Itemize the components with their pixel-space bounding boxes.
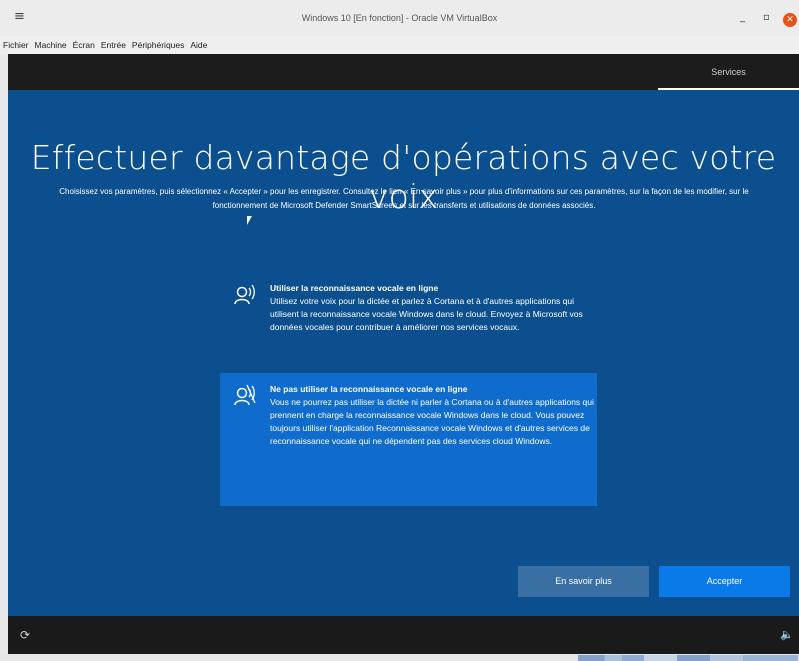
menu-peripheriques[interactable]: Périphériques	[132, 40, 184, 50]
speech-recognition-icon	[234, 284, 255, 305]
maximize-button[interactable]: ▫	[763, 12, 770, 23]
mouse-cursor-icon	[247, 216, 252, 225]
option-title: Ne pas utiliser la reconnaissance vocale…	[270, 384, 468, 394]
menubar: Fichier Machine Écran Entrée Périphériqu…	[0, 36, 799, 54]
speech-recognition-off-icon	[234, 384, 256, 406]
minimize-button[interactable]: _	[740, 12, 745, 23]
learn-more-button[interactable]: En savoir plus	[518, 566, 649, 597]
menu-entree[interactable]: Entrée	[101, 40, 126, 50]
accept-button[interactable]: Accepter	[659, 566, 790, 597]
menu-machine[interactable]: Machine	[35, 40, 67, 50]
status-tray-icons	[578, 655, 798, 661]
volume-icon[interactable]: 🔈	[780, 628, 794, 641]
window-title: Windows 10 [En fonction] - Oracle VM Vir…	[301, 13, 498, 23]
option-description: Utilisez votre voix pour la dictée et pa…	[270, 296, 583, 332]
option-use-online-speech[interactable]: Utiliser la reconnaissance vocale en lig…	[220, 282, 597, 362]
menu-aide[interactable]: Aide	[190, 40, 207, 50]
host-status-bar	[0, 654, 799, 661]
window-titlebar: ≡ Windows 10 [En fonction] - Oracle VM V…	[0, 0, 799, 37]
oobe-top-bar: Services	[8, 54, 799, 90]
option-dont-use-online-speech[interactable]: Ne pas utiliser la reconnaissance vocale…	[220, 373, 597, 506]
page-description: Choisissez vos paramètres, puis sélectio…	[59, 187, 749, 210]
vm-display[interactable]: Services Effectuer davantage d'opération…	[8, 54, 799, 654]
oobe-bottom-bar: ⟳ 🔈	[8, 616, 799, 654]
ease-of-access-icon[interactable]: ⟳	[20, 628, 30, 642]
menu-fichier[interactable]: Fichier	[3, 40, 29, 50]
option-description: Vous ne pourrez pas utiliser la dictée n…	[270, 397, 594, 446]
option-title: Utiliser la reconnaissance vocale en lig…	[270, 283, 439, 293]
menu-ecran[interactable]: Écran	[73, 40, 95, 50]
close-button[interactable]: ✕	[783, 13, 797, 27]
oobe-page: Effectuer davantage d'opérations avec vo…	[8, 90, 799, 616]
tab-services[interactable]: Services	[658, 54, 799, 90]
